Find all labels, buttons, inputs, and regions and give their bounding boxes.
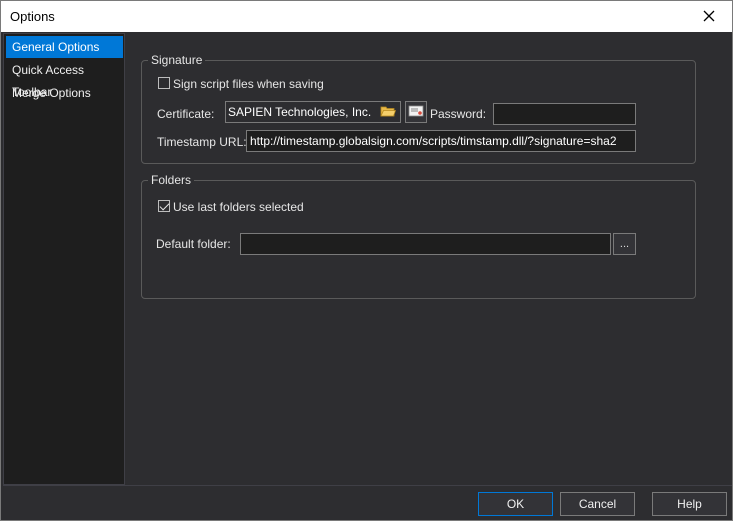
use-last-folders-label: Use last folders selected [173,200,304,214]
cancel-button[interactable]: Cancel [560,492,635,516]
default-folder-input[interactable] [240,233,611,255]
certificate-value: SAPIEN Technologies, Inc. [228,105,372,119]
certificate-field[interactable]: SAPIEN Technologies, Inc. [225,101,401,123]
browse-certificate-button[interactable] [378,101,398,123]
close-button[interactable] [686,1,732,32]
timestamp-url-value: http://timestamp.globalsign.com/scripts/… [250,134,617,148]
default-folder-label: Default folder: [156,237,231,251]
help-button[interactable]: Help [652,492,727,516]
folder-icon [380,104,397,121]
folders-group-title: Folders [148,173,195,187]
sign-script-files-checkbox[interactable] [158,77,170,89]
title-bar: Options [1,1,732,32]
sidebar-item-general-options[interactable]: General Options [6,36,123,58]
window-title: Options [10,9,55,24]
password-label: Password: [430,107,487,121]
view-certificate-button[interactable] [405,101,427,123]
options-dialog: Options General Options Quick Access Too… [0,0,733,521]
footer-divider [3,485,732,486]
timestamp-url-input[interactable]: http://timestamp.globalsign.com/scripts/… [246,130,636,152]
use-last-folders-checkbox[interactable] [158,200,170,212]
close-icon [703,6,715,27]
certificate-icon [408,104,424,121]
sidebar-item-merge-options[interactable]: Merge Options [6,82,123,104]
ok-button[interactable]: OK [478,492,553,516]
options-sidebar: General Options Quick Access Toolbar Mer… [3,33,125,485]
sign-script-files-label: Sign script files when saving [173,77,324,91]
sidebar-item-quick-access-toolbar[interactable]: Quick Access Toolbar [6,59,123,99]
signature-group-title: Signature [148,53,206,67]
browse-folder-button[interactable]: ... [613,233,636,255]
timestamp-url-label: Timestamp URL: [157,135,247,149]
password-input[interactable] [493,103,636,125]
certificate-label: Certificate: [157,107,215,121]
